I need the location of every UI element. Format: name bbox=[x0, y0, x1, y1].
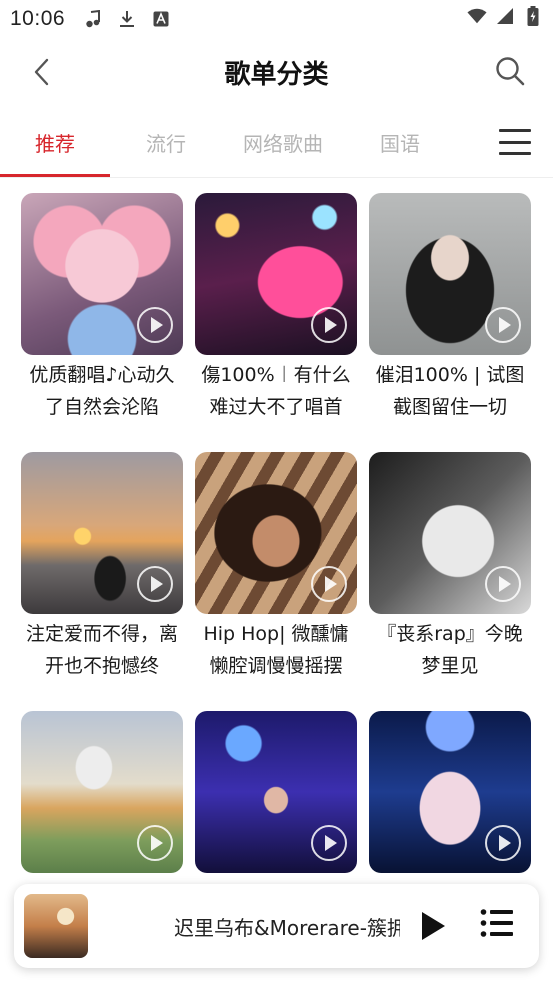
playlist-cover bbox=[195, 711, 357, 873]
play-icon bbox=[422, 912, 445, 940]
download-icon bbox=[117, 9, 137, 29]
playlist-title: 催泪100% | 试图截图留住一切 bbox=[375, 364, 525, 418]
playlist-cover bbox=[369, 711, 531, 873]
now-playing-cover bbox=[24, 894, 88, 958]
playlist-grid: 优质翻唱♪心动久了自然会沦陷 傷100%︱有什么难过大不了唱首 催泪100% |… bbox=[0, 193, 553, 893]
playlist-cover bbox=[21, 452, 183, 614]
hamburger-menu-icon[interactable] bbox=[499, 126, 531, 158]
playlist-card[interactable] bbox=[369, 711, 531, 893]
playlist-cover bbox=[195, 193, 357, 355]
status-bar: 10:06 bbox=[0, 0, 553, 38]
playlist-icon bbox=[480, 909, 513, 937]
playlist-card[interactable] bbox=[195, 711, 357, 893]
play-overlay-icon bbox=[311, 307, 347, 343]
play-overlay-icon bbox=[137, 307, 173, 343]
play-overlay-icon bbox=[311, 825, 347, 861]
mini-player[interactable]: 迟里乌布&Morerare-簇拥 bbox=[14, 884, 539, 968]
playlist-title: 注定爱而不得，离开也不抱憾终 bbox=[25, 623, 178, 677]
music-note-icon bbox=[83, 9, 103, 29]
chevron-left-icon bbox=[34, 58, 49, 86]
playlist-title: 『丧系rap』今晚梦里见 bbox=[377, 623, 523, 677]
search-icon bbox=[496, 57, 525, 86]
playlist-card[interactable]: 优质翻唱♪心动久了自然会沦陷 bbox=[21, 193, 183, 423]
category-tabs: 推荐 流行 网络歌曲 国语 bbox=[0, 112, 553, 178]
a-badge-icon bbox=[151, 9, 171, 29]
playlist-cover bbox=[369, 452, 531, 614]
now-playing-title: 迟里乌布&Morerare-簇拥 bbox=[174, 916, 400, 940]
play-overlay-icon bbox=[137, 566, 173, 602]
wifi-icon bbox=[467, 6, 487, 26]
signal-icon bbox=[495, 6, 515, 26]
playlist-cover bbox=[369, 193, 531, 355]
tab-recommend[interactable]: 推荐 bbox=[0, 112, 110, 172]
play-overlay-icon bbox=[485, 307, 521, 343]
back-button[interactable] bbox=[26, 56, 58, 88]
playlist-card[interactable]: 催泪100% | 试图截图留住一切 bbox=[369, 193, 531, 423]
play-button[interactable] bbox=[416, 908, 450, 944]
playlist-card[interactable]: 注定爱而不得，离开也不抱憾终 bbox=[21, 452, 183, 682]
header: 歌单分类 bbox=[0, 38, 553, 106]
playlist-title: 优质翻唱♪心动久了自然会沦陷 bbox=[29, 364, 175, 418]
playlist-button[interactable] bbox=[480, 908, 514, 942]
playlist-cover bbox=[195, 452, 357, 614]
play-overlay-icon bbox=[485, 566, 521, 602]
status-time: 10:06 bbox=[10, 7, 66, 30]
tab-internet-songs[interactable]: 网络歌曲 bbox=[222, 112, 344, 172]
playlist-card[interactable]: 『丧系rap』今晚梦里见 bbox=[369, 452, 531, 682]
tab-divider bbox=[0, 177, 553, 178]
play-overlay-icon bbox=[311, 566, 347, 602]
playlist-title: 傷100%︱有什么难过大不了唱首 bbox=[201, 364, 351, 418]
tab-popular[interactable]: 流行 bbox=[110, 112, 222, 172]
playlist-cover bbox=[21, 193, 183, 355]
playlist-card[interactable] bbox=[21, 711, 183, 893]
status-notification-icons bbox=[83, 9, 171, 29]
battery-icon bbox=[523, 6, 543, 26]
playlist-title: Hip Hop| 微醺慵懒腔调慢慢摇摆 bbox=[203, 623, 349, 677]
playlist-card[interactable]: Hip Hop| 微醺慵懒腔调慢慢摇摆 bbox=[195, 452, 357, 682]
status-system-icons bbox=[467, 6, 543, 26]
search-button[interactable] bbox=[493, 54, 527, 88]
playlist-card[interactable]: 傷100%︱有什么难过大不了唱首 bbox=[195, 193, 357, 423]
page-title: 歌单分类 bbox=[224, 59, 329, 90]
tab-mandarin[interactable]: 国语 bbox=[344, 112, 456, 172]
playlist-cover bbox=[21, 711, 183, 873]
play-overlay-icon bbox=[137, 825, 173, 861]
play-overlay-icon bbox=[485, 825, 521, 861]
